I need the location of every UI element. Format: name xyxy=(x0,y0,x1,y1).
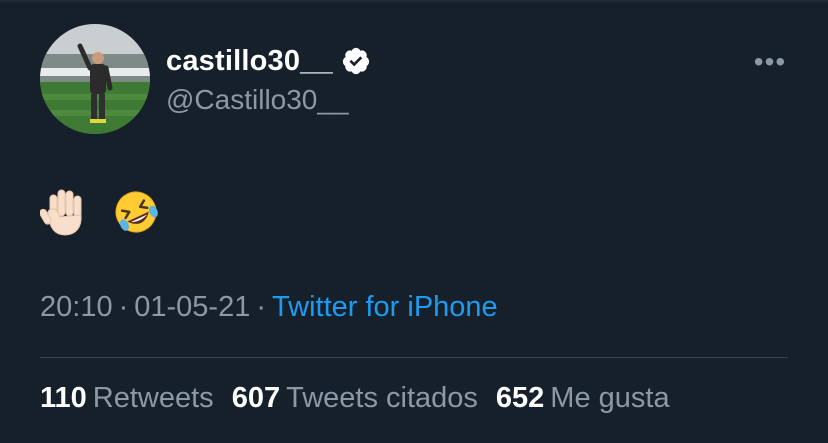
likes-count: 652 xyxy=(495,382,545,414)
engagement-stats: 110 Retweets 607 Tweets citados 652 Me gust… xyxy=(40,382,688,415)
rolling-on-floor-laughing-emoji xyxy=(110,187,162,237)
quote-tweets-count: 607 xyxy=(231,382,281,414)
display-name[interactable]: castillo30__ xyxy=(166,45,333,78)
meta-separator: · xyxy=(256,291,267,323)
tweet-source-link[interactable]: Twitter for iPhone xyxy=(272,291,498,323)
tweet-meta: 20:10 · 01-05-21 · Twitter for iPhone xyxy=(40,291,498,324)
more-horizontal-icon: ••• xyxy=(753,46,787,77)
profile-avatar[interactable] xyxy=(40,24,150,134)
divider xyxy=(40,357,788,358)
likes-stat[interactable]: 652 Me gusta xyxy=(496,382,670,415)
retweets-count: 110 xyxy=(40,382,87,414)
verified-badge-icon xyxy=(341,46,371,76)
raised-hand-emoji xyxy=(39,187,92,237)
meta-separator: · xyxy=(118,291,129,323)
user-handle[interactable]: @Castillo30__ xyxy=(166,84,349,116)
tweet-date[interactable]: 01-05-21 xyxy=(134,291,250,323)
more-options-button[interactable]: ••• xyxy=(750,46,790,77)
retweets-stat[interactable]: 110 Retweets xyxy=(40,382,214,415)
top-border xyxy=(0,0,828,2)
likes-label: Me gusta xyxy=(550,382,670,414)
quote-tweets-label: Tweets citados xyxy=(286,382,478,414)
tweet-time[interactable]: 20:10 xyxy=(40,291,113,323)
retweets-label: Retweets xyxy=(92,382,214,414)
display-name-row[interactable]: castillo30__ xyxy=(166,41,371,81)
tweet-text xyxy=(39,185,162,237)
quote-tweets-stat[interactable]: 607 Tweets citados xyxy=(232,382,478,415)
avatar-photo xyxy=(40,24,150,134)
